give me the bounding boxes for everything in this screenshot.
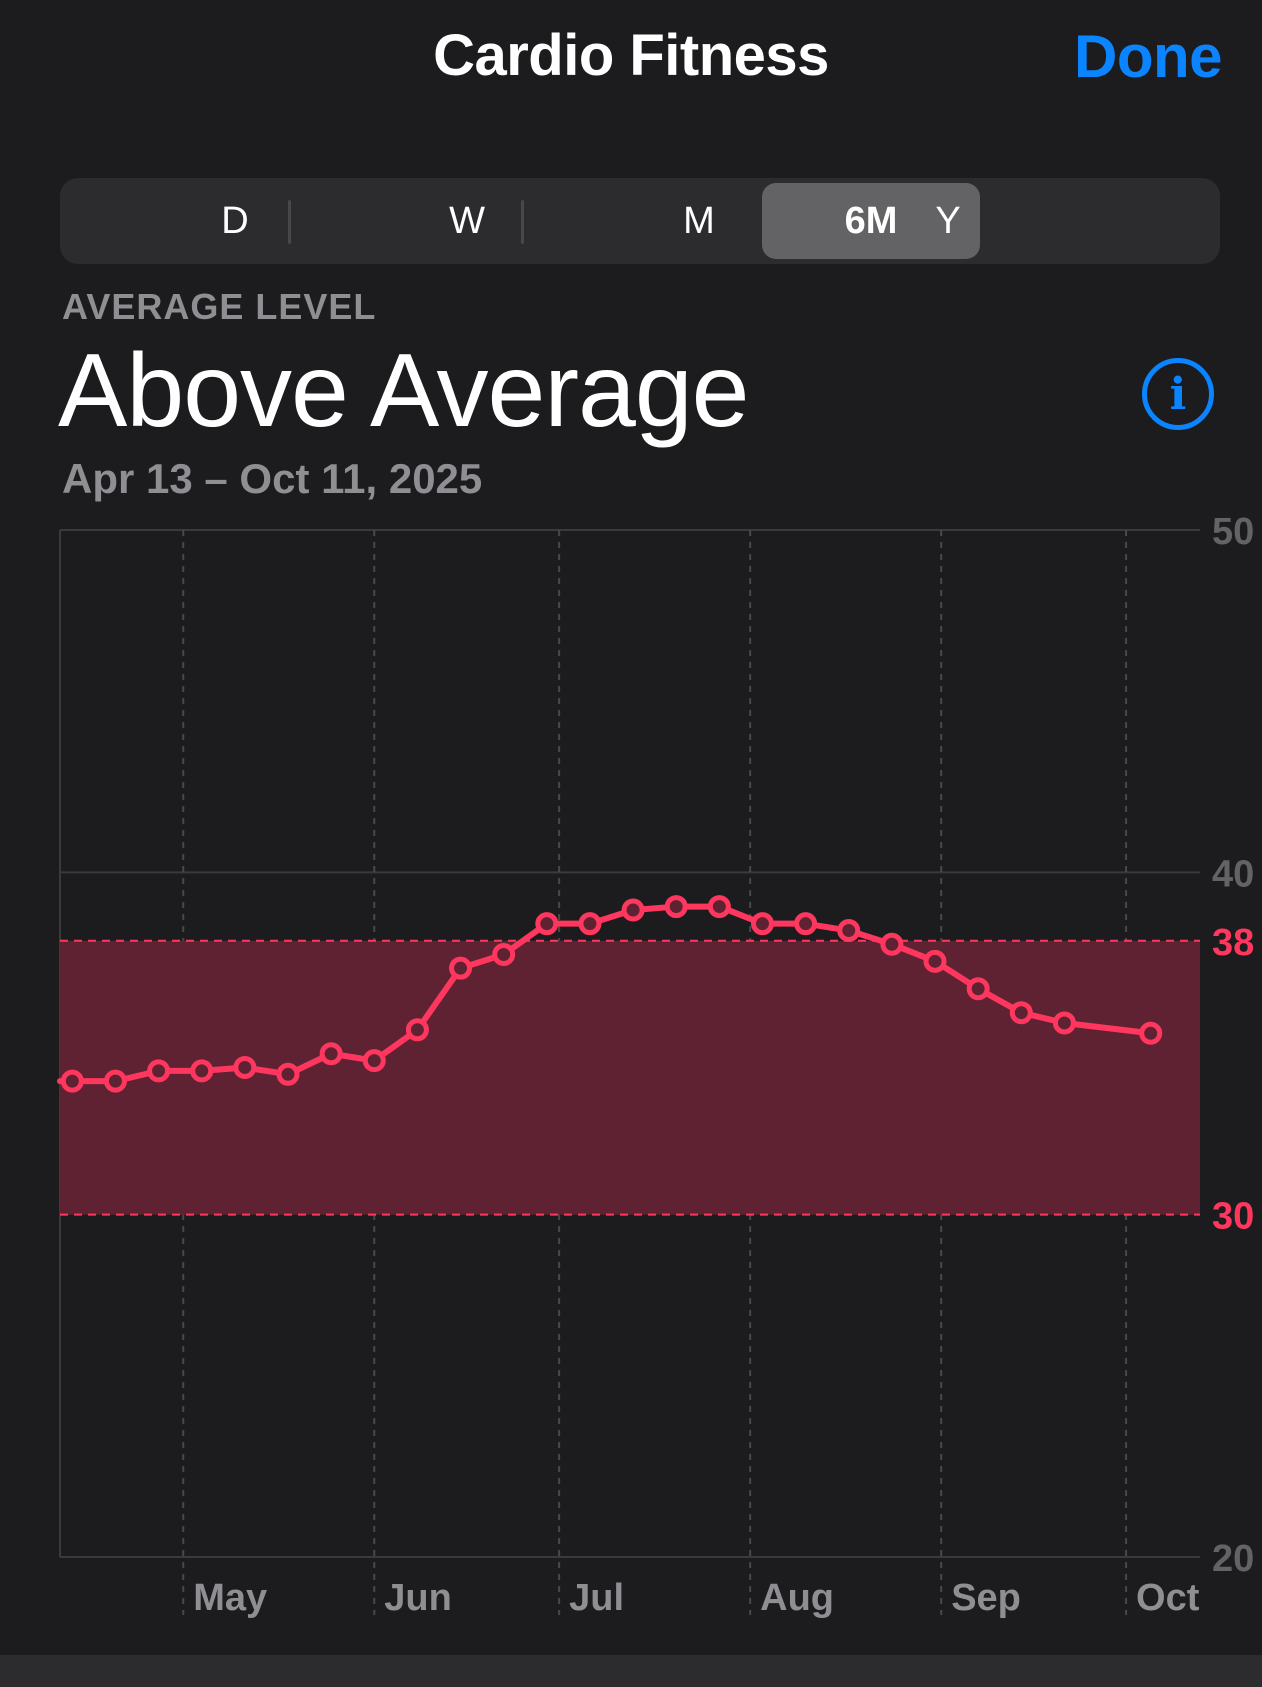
y-tick-label: 20 [1212,1538,1254,1580]
data-point [1139,1021,1163,1045]
data-point [276,1062,300,1086]
data-point [966,977,990,1001]
cardio-fitness-chart: May Jun Jul Aug Sep Oct 50 40 20 38 30 [57,511,1254,1619]
data-point [362,1049,386,1073]
data-point [535,912,559,936]
x-tick-label: Oct [1136,1577,1200,1619]
data-point [319,1042,343,1066]
x-tick-label: Aug [760,1577,834,1619]
data-point [923,949,947,973]
data-point [794,912,818,936]
cardio-fitness-screen: Cardio Fitness Done D W M 6M Y AVERAGE L… [0,0,1262,1687]
data-point [449,956,473,980]
x-tick-label: Jul [569,1577,624,1619]
data-point [837,919,861,943]
x-tick-label: Jun [384,1577,452,1619]
x-tick-label: Sep [951,1577,1021,1619]
average-range-band [60,940,1200,1215]
y-tick-label: 50 [1212,511,1254,553]
data-point [405,1018,429,1042]
data-point [492,942,516,966]
data-point [1052,1011,1076,1035]
band-low-label: 30 [1212,1196,1254,1238]
data-point [147,1059,171,1083]
data-point [60,1069,84,1093]
data-point [664,895,688,919]
data-point [707,895,731,919]
data-point [578,912,602,936]
data-point [750,912,774,936]
data-point [190,1059,214,1083]
data-point [1009,1001,1033,1025]
data-point [621,898,645,922]
data-point [880,932,904,956]
bottom-bar [0,1655,1262,1687]
y-tick-label: 40 [1212,853,1254,895]
band-high-label: 38 [1212,922,1254,964]
data-point [233,1055,257,1079]
data-point [103,1069,127,1093]
x-tick-label: May [193,1577,267,1619]
